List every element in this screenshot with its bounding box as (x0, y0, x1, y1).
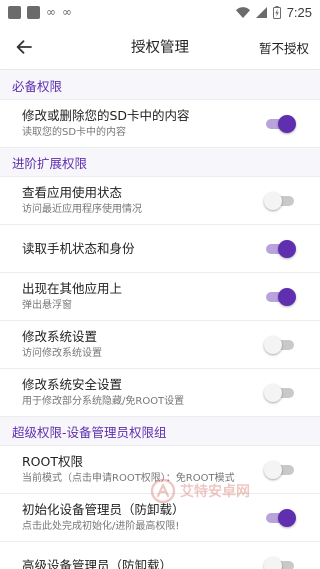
back-button[interactable] (0, 24, 48, 70)
toggle-thumb (278, 114, 296, 133)
toggle-thumb (264, 335, 282, 354)
permission-row[interactable]: 高级设备管理员（防卸载） (0, 542, 320, 569)
notification-square-icon (27, 5, 40, 19)
status-bar-left: ∞ ∞ (8, 5, 72, 19)
permission-row[interactable]: ROOT权限 当前模式（点击申请ROOT权限）：免ROOT模式 (0, 446, 320, 494)
status-bar-right: 7:25 (235, 4, 312, 20)
permission-toggle[interactable] (264, 383, 296, 403)
section-header: 超级权限-设备管理员权限组 (0, 417, 320, 446)
permission-toggle[interactable] (264, 508, 296, 528)
toggle-thumb (264, 460, 282, 479)
status-bar: ∞ ∞ 7:25 (0, 0, 320, 24)
permission-toggle[interactable] (264, 191, 296, 211)
permission-toggle[interactable] (264, 556, 296, 569)
permission-toggle[interactable] (264, 335, 296, 355)
permission-toggle[interactable] (264, 239, 296, 259)
permission-row[interactable]: 出现在其他应用上 弹出悬浮窗 (0, 273, 320, 321)
infinity-icon: ∞ (46, 5, 56, 19)
back-arrow-icon (16, 39, 32, 54)
skip-authorization-button[interactable]: 暂不授权 (259, 38, 309, 57)
infinity-icon: ∞ (62, 5, 72, 19)
section-header: 必备权限 (0, 71, 320, 100)
permission-row[interactable]: 读取手机状态和身份 (0, 225, 320, 273)
permission-row[interactable]: 修改系统安全设置 用于修改部分系统隐藏/免ROOT设置 (0, 369, 320, 417)
toggle-thumb (278, 287, 296, 306)
status-time: 7:25 (286, 4, 312, 20)
app-bar: 授权管理 暂不授权 (0, 24, 320, 70)
battery-charging-icon (272, 5, 281, 19)
section-header: 进阶扩展权限 (0, 148, 320, 177)
permission-row[interactable]: 初始化设备管理员（防卸载） 点击此处完成初始化/进阶最高权限! (0, 494, 320, 542)
wifi-icon (235, 6, 250, 18)
permission-toggle[interactable] (264, 460, 296, 480)
permission-row[interactable]: 修改或删除您的SD卡中的内容 读取您的SD卡中的内容 (0, 100, 320, 148)
notification-square-icon (8, 5, 21, 19)
toggle-thumb (264, 191, 282, 210)
permission-row[interactable]: 查看应用使用状态 访问最近应用程序使用情况 (0, 177, 320, 225)
toggle-thumb (278, 239, 296, 258)
permission-toggle[interactable] (264, 287, 296, 307)
toggle-thumb (264, 383, 282, 402)
permission-row[interactable]: 修改系统设置 访问修改系统设置 (0, 321, 320, 369)
permission-toggle[interactable] (264, 114, 296, 134)
toggle-thumb (264, 556, 282, 569)
signal-icon (255, 6, 267, 18)
toggle-thumb (278, 508, 296, 527)
permission-list: 必备权限 修改或删除您的SD卡中的内容 读取您的SD卡中的内容 进阶扩展权限 查看应用使… (0, 71, 320, 569)
